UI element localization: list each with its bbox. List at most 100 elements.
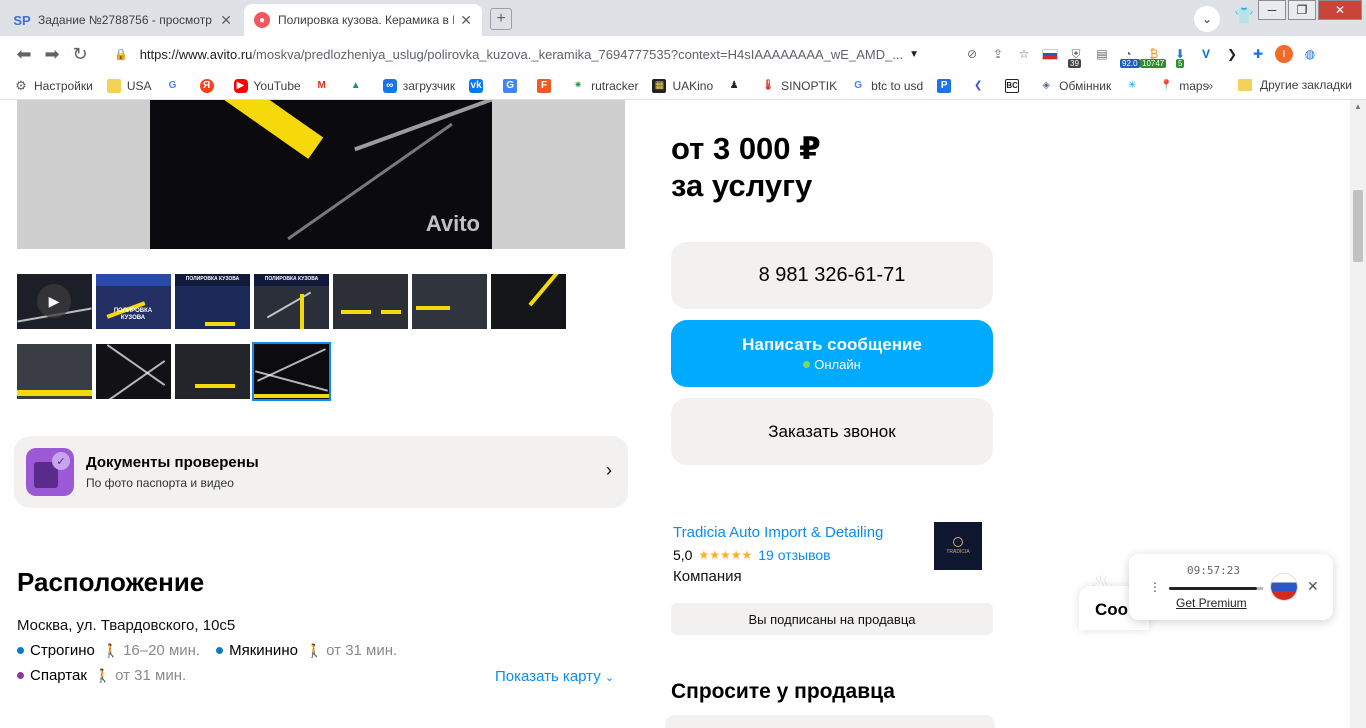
documents-verified-card[interactable]: ✓ Документы проверены По фото паспорта и… (14, 436, 628, 508)
verified-documents-icon: ✓ (26, 448, 74, 496)
bookmark-btc[interactable]: Gbtc to usd (851, 79, 923, 93)
bookmark-gmail[interactable]: M (315, 79, 335, 93)
seller-name-link[interactable]: Tradicia Auto Import & Detailing (673, 524, 883, 541)
subscribed-button[interactable]: Вы подписаны на продавца (671, 603, 993, 635)
url-bar[interactable]: 🔒 https://www.avito.ru/moskva/predlozhen… (104, 40, 954, 68)
bookmark-f[interactable]: F (537, 78, 557, 93)
bookmark-p[interactable]: P (937, 78, 957, 93)
thumbnail-2[interactable]: ПОЛИРОВКА КУЗОВА (96, 274, 171, 329)
shield-extension-icon[interactable]: ⛨ 39 (1066, 44, 1086, 68)
bookmark-maps[interactable]: 📍 maps (1159, 79, 1209, 93)
thumbnail-8[interactable] (17, 344, 92, 399)
bookmark-star[interactable]: ✳ (1125, 79, 1145, 93)
scrollbar-thumb[interactable] (1353, 190, 1363, 262)
terminal-extension-icon[interactable]: ❯ (1222, 44, 1242, 64)
more-bookmarks-icon[interactable]: » (1206, 78, 1213, 93)
profile-avatar-icon[interactable]: I (1274, 44, 1294, 64)
shirt-icon[interactable]: 👕 (1234, 6, 1254, 26)
bc-icon: BC (1005, 78, 1020, 93)
forward-icon[interactable]: ➡ (38, 40, 66, 68)
vk-icon: vk (469, 78, 484, 93)
scroll-up-icon[interactable]: ▲ (1354, 102, 1362, 111)
diamond-icon: ◈ (1042, 80, 1051, 91)
audio-player-widget: 09:57:23 ⋮ Get Premium ✕ (1129, 554, 1333, 620)
thumbnail-7[interactable] (491, 274, 566, 329)
other-bookmarks[interactable]: Другие закладки (1238, 78, 1352, 92)
maximize-icon[interactable]: ❐ (1288, 0, 1316, 20)
close-window-icon[interactable]: ✕ (1318, 0, 1362, 20)
close-icon[interactable]: ✕ (1307, 578, 1319, 595)
thumbnail-6[interactable] (412, 274, 487, 329)
flag-ru-icon[interactable] (1040, 44, 1060, 64)
bitcoin-extension-icon[interactable]: ₿ 10747 (1140, 44, 1167, 68)
thumbnail-4[interactable]: ПОЛИРОВКА КУЗОВА (254, 274, 329, 329)
new-tab-button[interactable]: + (490, 8, 512, 30)
tab-avito[interactable]: ● Полировка кузова. Керамика в М... ✕ (244, 4, 482, 36)
chevron-down-icon[interactable]: ⌄ (1194, 6, 1220, 32)
bookmark-uakino[interactable]: ▦ UAKino (652, 78, 713, 93)
bookmark-translate[interactable]: G (503, 78, 523, 93)
bookmark-yandex[interactable]: Я (199, 78, 220, 93)
puzzle-extensions-icon[interactable]: ✚ (1248, 44, 1268, 64)
bookmark-usa[interactable]: USA (106, 78, 152, 93)
bookmark-star-icon[interactable]: ☆ (1014, 44, 1034, 64)
lock-icon[interactable]: 🔒 (114, 48, 128, 61)
bookmark-arrow[interactable]: ❮ (971, 79, 991, 93)
bookmark-youtube[interactable]: ▶ YouTube (233, 78, 301, 93)
speed-extension-icon[interactable]: ◔ 92.0 (1118, 44, 1140, 68)
background-window-tabs (520, 8, 1100, 28)
thumbnail-video[interactable]: ▶ (17, 274, 92, 329)
v-extension-icon[interactable]: V (1196, 44, 1216, 64)
page-scrollbar[interactable]: ▲ (1350, 100, 1366, 728)
minimize-icon[interactable]: ─ (1258, 0, 1286, 20)
thumbnail-3[interactable]: ПОЛИРОВКА КУЗОВА (175, 274, 250, 329)
bookmark-bc[interactable]: BC (1005, 78, 1025, 93)
player-progress-bar[interactable] (1169, 587, 1263, 590)
bookmark-loader[interactable]: ∞ загрузчик (382, 78, 455, 93)
url-path: /moskva/predlozheniya_uslug/polirovka_ku… (252, 46, 904, 62)
bookmark-exchanger[interactable]: ◈ Обмінник (1039, 79, 1111, 93)
ask-seller-box[interactable] (665, 715, 995, 728)
thumbnail-10[interactable] (175, 344, 250, 399)
briefcase-extension-icon[interactable]: ▤ (1092, 44, 1112, 64)
close-icon[interactable]: ✕ (460, 12, 472, 29)
youtube-icon: ▶ (233, 78, 248, 93)
thumbnail-9[interactable] (96, 344, 171, 399)
share-icon[interactable]: ⇪ (988, 44, 1008, 64)
request-call-button[interactable]: Заказать звонок (671, 398, 993, 465)
bookmark-settings[interactable]: ⚙ Настройки (14, 77, 93, 93)
write-message-label: Написать сообщение (742, 335, 922, 354)
reviews-link[interactable]: 19 отзывов (758, 547, 830, 563)
download-extension-icon[interactable]: ⬇ 5 (1170, 44, 1190, 68)
chevron-down-icon[interactable]: ▼ (909, 49, 919, 60)
bookmark-rutracker[interactable]: ✷ rutracker (571, 79, 639, 93)
blocked-popup-icon[interactable]: ⊘ (962, 44, 982, 64)
thermometer-icon: 🌡 (761, 80, 775, 91)
show-map-link[interactable]: Показать карту ⌄ (495, 668, 614, 685)
back-icon[interactable]: ⬅ (10, 40, 38, 68)
close-icon[interactable]: ✕ (220, 12, 232, 29)
bookmark-vk[interactable]: vk (469, 78, 489, 93)
bookmark-drive[interactable]: ▲ (349, 79, 369, 93)
vpn-extension-icon[interactable]: ◍ (1300, 44, 1320, 64)
ask-seller-title: Спросите у продавца (671, 680, 895, 703)
thumbnail-5[interactable] (333, 274, 408, 329)
bookmark-figure[interactable]: ♟ (727, 79, 747, 93)
logo-emblem-icon (953, 537, 963, 547)
flag-ru-icon[interactable] (1271, 574, 1297, 600)
write-message-button[interactable]: Написать сообщение Онлайн (671, 320, 993, 387)
location-title: Расположение (17, 567, 205, 597)
bookmark-sinoptik[interactable]: 🌡 SINOPTIK (761, 79, 837, 93)
get-premium-link[interactable]: Get Premium (1176, 596, 1247, 610)
main-photo[interactable]: Avito (17, 100, 625, 249)
gear-icon: ⚙ (15, 77, 27, 93)
metro-line-dot (17, 647, 24, 654)
more-vertical-icon[interactable]: ⋮ (1149, 580, 1161, 594)
rating-stars-icon: ★★★★★ (698, 548, 753, 562)
thumbnail-11-selected[interactable] (252, 342, 331, 401)
bookmark-google[interactable]: G (166, 79, 186, 93)
seller-logo[interactable]: TRADICIA (934, 522, 982, 570)
tab-task[interactable]: SP Задание №2788756 - просмотр з... ✕ (4, 4, 242, 36)
show-phone-button[interactable]: 8 981 326-61-71 (671, 242, 993, 309)
reload-icon[interactable]: ↻ (66, 40, 94, 68)
